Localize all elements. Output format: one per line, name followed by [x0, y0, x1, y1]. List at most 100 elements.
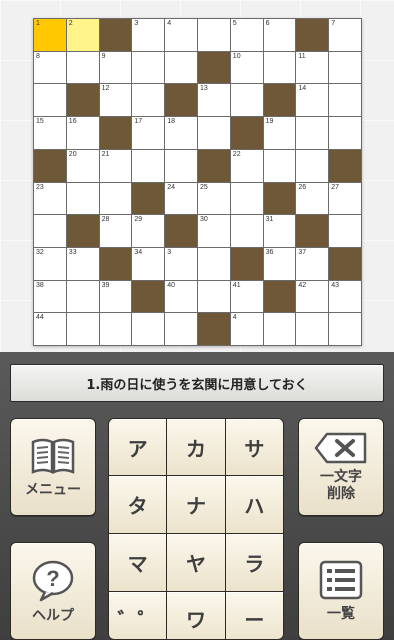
grid-cell[interactable]	[66, 182, 100, 216]
grid-cell[interactable]	[263, 149, 297, 183]
kana-key[interactable]: ー	[225, 592, 283, 639]
grid-cell[interactable]: 18	[165, 117, 198, 150]
grid-cell[interactable]	[99, 182, 133, 216]
grid-cell[interactable]: 37	[296, 247, 330, 281]
grid-cell[interactable]: 43	[329, 280, 362, 314]
grid-cell[interactable]: 24	[165, 182, 198, 216]
grid-cell[interactable]	[329, 51, 362, 85]
grid-cell[interactable]	[66, 313, 100, 346]
grid-cell[interactable]: 36	[263, 247, 297, 281]
grid-cell[interactable]	[132, 51, 166, 85]
kana-key[interactable]: ラ	[225, 534, 283, 591]
grid-cell[interactable]: 26	[296, 182, 330, 216]
help-button[interactable]: ? ヘルプ	[10, 542, 96, 640]
grid-cell[interactable]	[165, 51, 198, 85]
grid-cell[interactable]	[132, 84, 166, 118]
grid-cell[interactable]: 2	[66, 19, 100, 52]
grid-cell[interactable]: 10	[230, 51, 264, 85]
kana-key[interactable]: ハ	[225, 476, 283, 533]
grid-cell[interactable]	[230, 84, 264, 118]
menu-button[interactable]: メニュー	[10, 418, 96, 516]
grid-cell[interactable]: 41	[230, 280, 264, 314]
grid-cell[interactable]: 19	[263, 117, 297, 150]
grid-cell[interactable]	[197, 19, 231, 52]
kana-key[interactable]: サ	[225, 419, 283, 475]
grid-cell[interactable]: 3	[132, 19, 166, 52]
clue-number: 4	[167, 20, 172, 27]
kana-key[interactable]: ヤ	[167, 534, 225, 591]
grid-cell[interactable]: 40	[165, 280, 198, 314]
grid-cell[interactable]: 29	[132, 215, 166, 248]
grid-cell[interactable]: 42	[296, 280, 330, 314]
grid-cell[interactable]	[329, 313, 362, 346]
grid-cell[interactable]	[329, 117, 362, 150]
grid-cell[interactable]: 21	[99, 149, 133, 183]
grid-cell[interactable]: 12	[99, 84, 133, 118]
grid-cell[interactable]: 23	[34, 182, 67, 216]
grid-cell[interactable]: 6	[263, 19, 297, 52]
grid-cell[interactable]	[263, 313, 297, 346]
grid-cell[interactable]: 27	[329, 182, 362, 216]
grid-cell[interactable]: 30	[197, 215, 231, 248]
grid-cell[interactable]: 4	[230, 313, 264, 346]
grid-cell[interactable]	[296, 117, 330, 150]
delete-char-button[interactable]: 一文字 削除	[298, 418, 384, 516]
grid-cell[interactable]: 11	[296, 51, 330, 85]
grid-cell[interactable]	[34, 215, 67, 248]
grid-cell[interactable]: 3	[165, 247, 198, 281]
grid-cell[interactable]	[132, 313, 166, 346]
grid-cell[interactable]: 20	[66, 149, 100, 183]
kana-key[interactable]: ナ	[167, 476, 225, 533]
grid-cell[interactable]: 13	[197, 84, 231, 118]
kana-key[interactable]: タ	[109, 476, 167, 533]
grid-cell[interactable]	[197, 280, 231, 314]
grid-cell[interactable]	[197, 247, 231, 281]
grid-cell[interactable]: 25	[197, 182, 231, 216]
grid-cell[interactable]: 15	[34, 117, 67, 150]
kana-key[interactable]: カ	[167, 419, 225, 475]
grid-cell[interactable]: 31	[263, 215, 297, 248]
grid-cell[interactable]: 8	[34, 51, 67, 85]
kana-key[interactable]: ゛゜	[109, 592, 167, 639]
grid-cell[interactable]: 9	[99, 51, 133, 85]
black-cell	[197, 149, 231, 183]
grid-cell[interactable]: 5	[230, 19, 264, 52]
grid-cell[interactable]: 16	[66, 117, 100, 150]
grid-cell[interactable]: 22	[230, 149, 264, 183]
grid-cell[interactable]	[132, 149, 166, 183]
grid-cell[interactable]	[296, 313, 330, 346]
black-cell	[197, 51, 231, 85]
grid-cell[interactable]	[165, 313, 198, 346]
black-cell	[296, 19, 330, 52]
grid-cell[interactable]: 7	[329, 19, 362, 52]
grid-cell[interactable]	[34, 84, 67, 118]
grid-cell[interactable]: 32	[34, 247, 67, 281]
grid-cell[interactable]	[329, 84, 362, 118]
grid-cell[interactable]: 4	[165, 19, 198, 52]
grid-cell[interactable]: 34	[132, 247, 166, 281]
grid-cell[interactable]: 1	[34, 19, 67, 52]
grid-cell[interactable]	[263, 51, 297, 85]
kana-key[interactable]: マ	[109, 534, 167, 591]
grid-cell[interactable]	[66, 51, 100, 85]
puzzle-area: 1 2 3 4 5 6 7 8 9 10 11 12 13 14 15 16 17 18 19 20 21 22 23 24 2…	[0, 0, 394, 352]
list-button[interactable]: 一覧	[298, 542, 384, 640]
grid-cell[interactable]	[230, 182, 264, 216]
grid-cell[interactable]	[230, 215, 264, 248]
grid-cell[interactable]	[329, 215, 362, 248]
grid-cell[interactable]	[165, 149, 198, 183]
black-cell	[165, 84, 198, 118]
kana-key[interactable]: ア	[109, 419, 167, 475]
grid-cell[interactable]: 39	[99, 280, 133, 314]
grid-cell[interactable]: 14	[296, 84, 330, 118]
grid-cell[interactable]	[99, 313, 133, 346]
grid-cell[interactable]: 33	[66, 247, 100, 281]
grid-cell[interactable]: 38	[34, 280, 67, 314]
grid-cell[interactable]: 17	[132, 117, 166, 150]
grid-cell[interactable]: 44	[34, 313, 67, 346]
grid-cell[interactable]	[197, 117, 231, 150]
grid-cell[interactable]: 28	[99, 215, 133, 248]
grid-cell[interactable]	[296, 149, 330, 183]
grid-cell[interactable]	[66, 280, 100, 314]
kana-key[interactable]: ワ	[167, 592, 225, 639]
